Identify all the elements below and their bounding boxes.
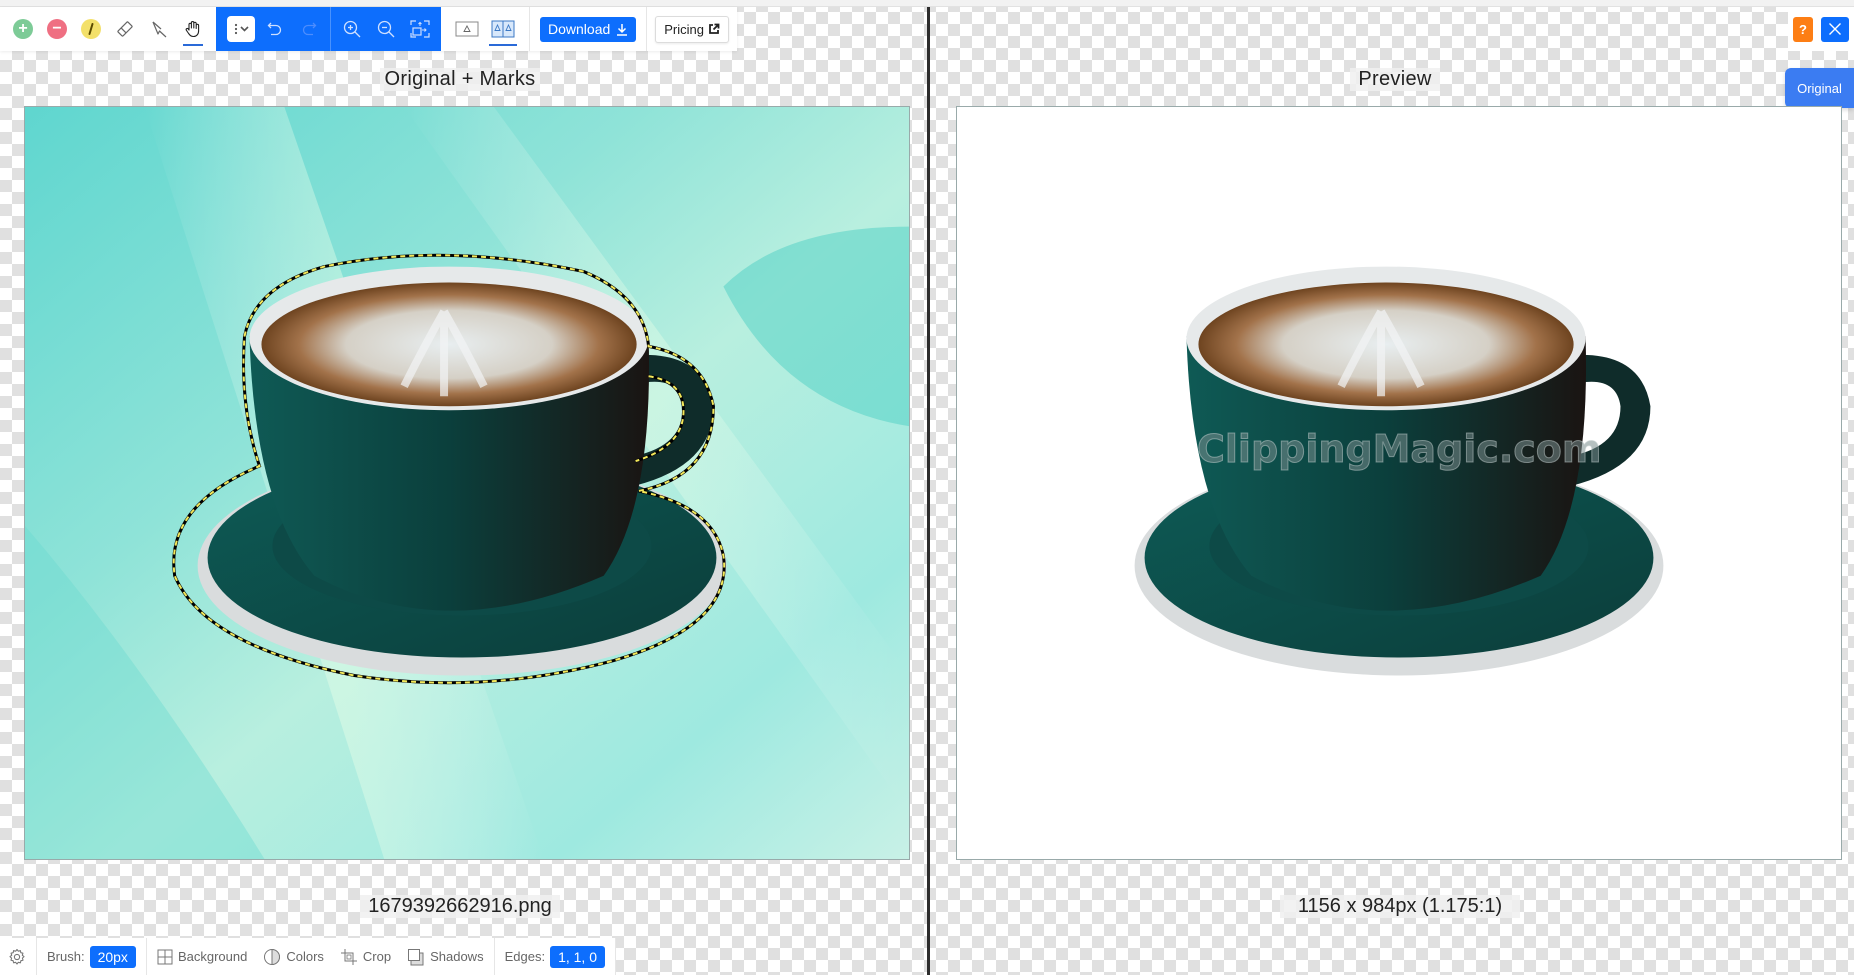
settings-section bbox=[0, 938, 37, 975]
pricing-label: Pricing bbox=[664, 21, 705, 37]
shadows-label: Shadows bbox=[430, 949, 484, 964]
undo-button[interactable] bbox=[258, 7, 292, 51]
crop-icon bbox=[340, 948, 357, 965]
fit-screen-icon bbox=[410, 20, 430, 38]
brush-label: Brush: bbox=[47, 949, 85, 964]
original-image-canvas[interactable] bbox=[24, 106, 910, 860]
zoom-in-icon bbox=[343, 20, 361, 38]
marker-tools: + − bbox=[0, 7, 216, 51]
scalpel-button[interactable] bbox=[142, 7, 176, 51]
split-view-icon bbox=[491, 20, 515, 38]
download-button[interactable]: Download bbox=[540, 16, 637, 42]
hand-icon bbox=[185, 21, 200, 38]
crop-button[interactable]: Crop bbox=[340, 948, 391, 966]
minus-icon: − bbox=[47, 19, 67, 39]
fit-to-screen-button[interactable] bbox=[403, 7, 437, 51]
window-controls: ? bbox=[1788, 7, 1854, 51]
brush-section: Brush: 20px bbox=[37, 938, 147, 975]
close-icon bbox=[1829, 23, 1841, 35]
mode-select-button[interactable] bbox=[224, 7, 258, 51]
help-button[interactable]: ? bbox=[1793, 16, 1813, 42]
view-mode-group bbox=[441, 7, 530, 51]
kebab-icon bbox=[234, 23, 237, 35]
original-image bbox=[25, 107, 909, 859]
zoom-out-icon bbox=[377, 20, 395, 38]
keep-marker-button[interactable]: + bbox=[6, 7, 40, 51]
slash-icon bbox=[81, 19, 101, 39]
shadows-icon bbox=[408, 948, 424, 965]
pricing-section: Pricing bbox=[647, 7, 737, 51]
eraser-icon bbox=[117, 21, 133, 37]
toolbar-divider bbox=[330, 7, 331, 51]
single-view-icon bbox=[455, 21, 479, 37]
zoom-in-button[interactable] bbox=[335, 7, 369, 51]
download-section: Download bbox=[530, 7, 648, 51]
external-link-icon bbox=[709, 23, 720, 34]
zoom-out-button[interactable] bbox=[369, 7, 403, 51]
brush-size-value[interactable]: 20px bbox=[89, 945, 136, 968]
hair-marker-button[interactable] bbox=[74, 7, 108, 51]
gear-icon[interactable] bbox=[8, 948, 26, 966]
background-grid-icon bbox=[157, 949, 173, 964]
single-view-button[interactable] bbox=[449, 7, 485, 51]
redo-icon bbox=[302, 22, 317, 36]
crop-label: Crop bbox=[362, 949, 392, 964]
original-label: Original bbox=[1797, 80, 1842, 96]
contrast-icon bbox=[264, 948, 281, 965]
download-icon bbox=[617, 23, 628, 36]
preview-image bbox=[957, 107, 1841, 859]
edges-label: Edges: bbox=[504, 949, 546, 964]
left-pane-title: Original + Marks bbox=[380, 68, 540, 91]
help-icon: ? bbox=[1799, 21, 1807, 37]
plus-icon: + bbox=[13, 19, 33, 39]
edges-control[interactable]: Edges: 1, 1, 0 bbox=[504, 945, 605, 968]
close-button[interactable] bbox=[1821, 16, 1849, 42]
pan-hand-button[interactable] bbox=[176, 7, 210, 51]
scalpel-icon bbox=[152, 21, 167, 38]
pricing-button[interactable]: Pricing bbox=[655, 15, 730, 43]
brush-size-control[interactable]: Brush: 20px bbox=[47, 945, 136, 968]
watermark-text: ClippingMagic.com bbox=[1197, 427, 1602, 472]
edit-options-section: Background Colors Crop Shadows bbox=[147, 938, 495, 975]
background-label: Background bbox=[177, 949, 248, 964]
colors-label: Colors bbox=[286, 949, 324, 964]
undo-icon bbox=[267, 22, 282, 36]
browser-top-strip bbox=[0, 0, 1854, 7]
edges-value[interactable]: 1, 1, 0 bbox=[550, 945, 605, 968]
background-button[interactable]: Background bbox=[157, 949, 247, 965]
edges-section: Edges: 1, 1, 0 bbox=[495, 938, 616, 975]
image-dimensions: 1156 x 984px (1.175:1) bbox=[1280, 895, 1520, 918]
remove-marker-button[interactable]: − bbox=[40, 7, 74, 51]
original-filename: 1679392662916.png bbox=[360, 895, 560, 918]
right-pane-title: Preview bbox=[1350, 68, 1440, 91]
redo-button[interactable] bbox=[292, 7, 326, 51]
split-view-button[interactable] bbox=[485, 7, 521, 51]
chevron-down-icon bbox=[239, 26, 249, 32]
bottom-toolbar: Brush: 20px Background Colors Crop Shado… bbox=[0, 938, 616, 975]
colors-button[interactable]: Colors bbox=[263, 948, 324, 966]
eraser-button[interactable] bbox=[108, 7, 142, 51]
download-label: Download bbox=[548, 21, 611, 37]
shadows-button[interactable]: Shadows bbox=[407, 948, 484, 966]
preview-image-canvas[interactable]: ClippingMagic.com bbox=[956, 106, 1842, 860]
show-original-button[interactable]: Original bbox=[1785, 68, 1854, 108]
edit-tools-group bbox=[216, 7, 441, 51]
main-toolbar: + − Download Pricing bbox=[0, 7, 738, 51]
pane-splitter[interactable] bbox=[927, 7, 930, 975]
